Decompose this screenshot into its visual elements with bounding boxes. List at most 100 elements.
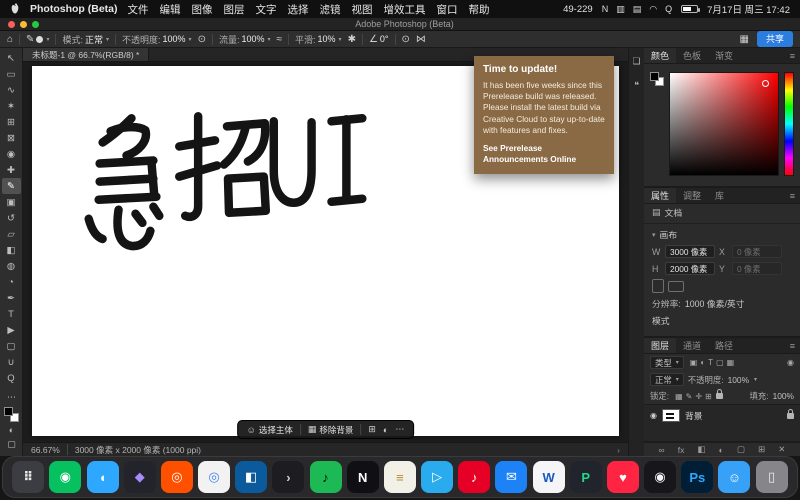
pressure-size-icon[interactable]: ⊙ — [402, 34, 410, 45]
color-panel-tab[interactable]: 色板 — [676, 48, 708, 63]
export-panel-icon[interactable]: ❏ — [632, 56, 640, 67]
home-icon[interactable]: ⌂ — [7, 34, 13, 45]
screen-mode-icon[interactable]: ▢ — [2, 437, 21, 451]
stats-status-icon[interactable]: ▥ — [616, 4, 625, 15]
layers-panel-tab[interactable]: 路径 — [708, 338, 740, 353]
menubar-menu-item[interactable]: 滤镜 — [320, 2, 341, 17]
menubar-menu-item[interactable]: 增效工具 — [384, 2, 426, 17]
foreground-color-swatch[interactable] — [650, 72, 659, 81]
color-picker-marker[interactable] — [762, 80, 769, 87]
hue-slider[interactable] — [784, 72, 794, 176]
type-tool[interactable]: T — [2, 306, 21, 322]
symmetry-icon[interactable]: ⋈ — [416, 34, 426, 45]
dock-photoshop[interactable]: Ps — [681, 461, 713, 493]
clone-stamp-tool[interactable]: ▣ — [2, 194, 21, 210]
visibility-eye-icon[interactable]: ◉ — [650, 411, 657, 420]
maximize-button[interactable] — [32, 21, 39, 28]
zoom-level-field[interactable]: 66.67% — [31, 445, 60, 455]
edit-toolbar-icon[interactable]: ⋯ — [2, 390, 21, 404]
frame-tool[interactable]: ⊠ — [2, 130, 21, 146]
share-button[interactable]: 共享 — [757, 31, 793, 47]
layer-thumbnail[interactable] — [662, 409, 680, 422]
minimize-button[interactable] — [20, 21, 27, 28]
blur-tool[interactable]: ◍ — [2, 258, 21, 274]
menubar-app-name[interactable]: Photoshop (Beta) — [30, 3, 118, 15]
shape-filter-icon[interactable]: ▢ — [716, 358, 724, 367]
select-subject-button[interactable]: ☺ 选择主体 — [247, 424, 293, 436]
smoothing-options-icon[interactable]: ✱ — [348, 34, 356, 45]
smart-object-filter-icon[interactable]: ▦ — [727, 358, 735, 367]
hand-tool[interactable]: ∪ — [2, 354, 21, 370]
history-brush-tool[interactable]: ↺ — [2, 210, 21, 226]
menubar-menu-item[interactable]: 图像 — [192, 2, 213, 17]
foreground-color-swatch[interactable] — [4, 407, 13, 416]
dock-chrome[interactable]: ◎ — [198, 461, 230, 493]
layer-fill-value[interactable]: 100% — [773, 391, 794, 401]
link-layers-icon[interactable]: ∞ — [659, 445, 665, 455]
pen-tool[interactable]: ✒ — [2, 290, 21, 306]
lock-transparent-icon[interactable]: ▦ — [675, 392, 683, 401]
mini-foreground-background[interactable] — [650, 72, 664, 86]
color-panel-tab[interactable]: 渐变 — [708, 48, 740, 63]
notion-status-icon[interactable]: N — [602, 4, 609, 14]
dock-terminal[interactable]: › — [272, 461, 304, 493]
layers-panel-tab[interactable]: 图层 — [644, 338, 676, 353]
layer-lock-icon[interactable] — [787, 413, 794, 419]
layer-effects-icon[interactable]: fx — [678, 445, 685, 455]
menubar-menu-item[interactable]: 图层 — [224, 2, 245, 17]
dock-wechat[interactable]: ◉ — [49, 461, 81, 493]
wifi-icon[interactable]: ◠ — [649, 4, 657, 15]
dodge-tool[interactable]: ◔ — [2, 274, 21, 290]
remove-background-button[interactable]: ▦ 移除背景 — [308, 424, 354, 436]
brush-preset-picker[interactable]: ✎ ▾ — [26, 34, 49, 45]
pixel-filter-icon[interactable]: ▣ — [690, 358, 698, 367]
color-panel-tab[interactable]: 颜色 — [644, 48, 676, 63]
comments-panel-icon[interactable]: ❝ — [634, 80, 639, 91]
crop-tool[interactable]: ⊞ — [2, 114, 21, 130]
opacity-select[interactable]: 不透明度: 100% ▾ — [122, 33, 192, 46]
dock-word[interactable]: W — [533, 461, 565, 493]
object-selection-tool[interactable]: ✶ — [2, 98, 21, 114]
flow-select[interactable]: 流量: 100% ▾ — [219, 33, 271, 46]
panel-menu-icon[interactable]: ≡ — [785, 338, 800, 353]
new-layer-icon[interactable]: ⊞ — [758, 444, 765, 455]
pressure-opacity-icon[interactable]: ⊙ — [198, 34, 206, 45]
properties-panel-tab[interactable]: 属性 — [644, 188, 676, 203]
portrait-orientation-button[interactable] — [652, 279, 664, 293]
type-filter-icon[interactable]: T — [708, 358, 713, 367]
layer-row-background[interactable]: ◉ 背景 — [644, 405, 800, 426]
layers-panel-tab[interactable]: 通道 — [676, 338, 708, 353]
gradient-tool[interactable]: ◧ — [2, 242, 21, 258]
canvas-y-field[interactable]: 0 像素 — [732, 262, 782, 275]
layer-mask-icon[interactable]: ◧ — [697, 444, 705, 455]
airbrush-icon[interactable]: ≈ — [277, 34, 283, 45]
panel-menu-icon[interactable]: ≡ — [785, 188, 800, 203]
search-icon[interactable]: Q — [665, 4, 672, 14]
dock-vscode[interactable]: ◧ — [235, 461, 267, 493]
dock-telegram[interactable]: ▷ — [421, 461, 453, 493]
lock-move-icon[interactable]: ✛ — [695, 392, 702, 401]
smoothing-select[interactable]: 平滑: 10% ▾ — [295, 33, 342, 46]
menubar-menu-item[interactable]: 视图 — [352, 2, 373, 17]
menubar-menu-item[interactable]: 窗口 — [437, 2, 458, 17]
dock-notion[interactable]: N — [347, 461, 379, 493]
document-tab[interactable]: 未标题-1 @ 66.7%(RGB/8) * — [23, 48, 149, 61]
menubar-menu-item[interactable]: 文字 — [256, 2, 277, 17]
eyedropper-tool[interactable]: ◉ — [2, 146, 21, 162]
healing-brush-tool[interactable]: ✚ — [2, 162, 21, 178]
canvas-height-field[interactable]: 2000 像素 — [665, 262, 715, 275]
dock-trash[interactable]: ▯ — [756, 461, 788, 493]
dock-pycharm[interactable]: P — [570, 461, 602, 493]
dock-spotify[interactable]: ♪ — [310, 461, 342, 493]
zoom-tool[interactable]: Q — [2, 370, 21, 386]
menubar-menu-item[interactable]: 帮助 — [469, 2, 490, 17]
panel-menu-icon[interactable]: ≡ — [785, 48, 800, 63]
more-icon[interactable]: ⋯ — [395, 424, 404, 435]
delete-layer-icon[interactable]: ✕ — [778, 444, 785, 455]
quick-mask-icon[interactable]: ◐ — [2, 423, 21, 437]
canvas-x-field[interactable]: 0 像素 — [732, 245, 782, 258]
keyboard-status-icon[interactable]: ▤ — [633, 4, 642, 15]
landscape-orientation-button[interactable] — [668, 281, 684, 292]
lasso-tool[interactable]: ∿ — [2, 82, 21, 98]
theme-icon[interactable]: ◐ — [383, 425, 388, 435]
